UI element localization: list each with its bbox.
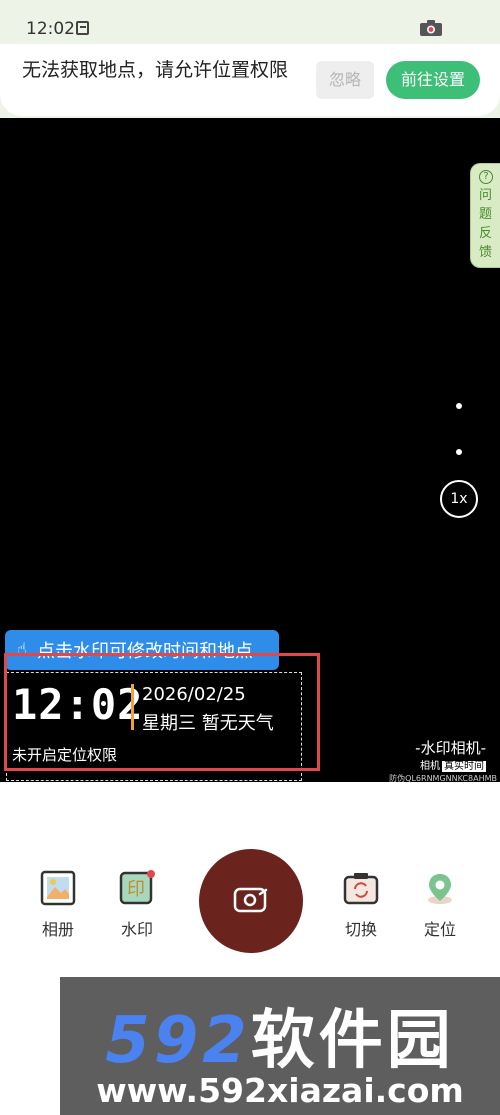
brand-title: -水印相机- [415, 739, 486, 757]
shutter-button[interactable] [199, 849, 303, 953]
go-to-settings-button[interactable]: 前往设置 [386, 61, 480, 99]
site-logo: 592软件园 [60, 989, 500, 1081]
site-url: www.592xiazai.com [96, 1071, 464, 1110]
zoom-button[interactable]: 1x [440, 480, 478, 518]
album-button[interactable]: 相册 [28, 870, 88, 940]
svg-text:印: 印 [127, 879, 145, 900]
banner-message: 无法获取地点，请允许位置权限 [22, 59, 289, 81]
footer-site-watermark: 592软件园 www.592xiazai.com [60, 977, 500, 1115]
feedback-tab[interactable]: ? 问题反馈 [470, 163, 500, 268]
watermark-stamp-icon: 印 [119, 870, 155, 905]
album-label: 相册 [41, 920, 74, 939]
bottom-controls: 相册 印 水印 切换 定位 [0, 782, 500, 977]
watermark-weekday-weather: 星期三 暂无天气 [142, 713, 274, 734]
watermark-button[interactable]: 印 水印 [107, 870, 167, 940]
switch-label: 切换 [344, 920, 377, 939]
watermark-divider [131, 684, 134, 730]
switch-camera-button[interactable]: 切换 [331, 870, 391, 940]
brand-sub-realtime: 真实时间 [442, 761, 486, 772]
locate-label: 定位 [423, 920, 456, 939]
camera-viewfinder[interactable]: ? 问题反馈 1x ☝ 点击水印可修改时间和地点 12:02 2026/02/2… [0, 118, 500, 783]
question-circle-icon: ? [479, 170, 493, 184]
camera-icon [420, 20, 442, 36]
feedback-label: 问题反馈 [479, 188, 493, 260]
watermark-location: 未开启定位权限 [12, 746, 118, 764]
watermark-date: 2026/02/25 [142, 684, 246, 705]
brand-sub: 相机 真实时间 [420, 757, 486, 772]
brand-sub-camera: 相机 [420, 761, 440, 772]
ignore-button[interactable]: 忽略 [316, 61, 374, 99]
locate-button[interactable]: 定位 [410, 870, 470, 940]
location-permission-banner: 无法获取地点，请允许位置权限 忽略 前往设置 [0, 44, 500, 116]
status-bar: 12:02 [0, 0, 500, 44]
status-time: 12:02 [26, 19, 75, 39]
top-area: 12:02 无法获取地点，请允许位置权限 忽略 前往设置 [0, 0, 500, 118]
menu-dot-icon[interactable] [456, 449, 462, 455]
watermark-time: 12:02 [12, 680, 144, 729]
watermark-label: 水印 [120, 920, 153, 939]
notification-box-icon [76, 21, 89, 35]
album-icon [40, 870, 76, 906]
site-logo-number: 592 [105, 1004, 251, 1078]
site-logo-text: 软件园 [250, 1004, 455, 1078]
menu-dot-icon[interactable] [456, 403, 462, 409]
switch-camera-icon [343, 873, 379, 905]
location-pin-icon [428, 874, 452, 904]
shutter-camera-icon [233, 887, 268, 913]
